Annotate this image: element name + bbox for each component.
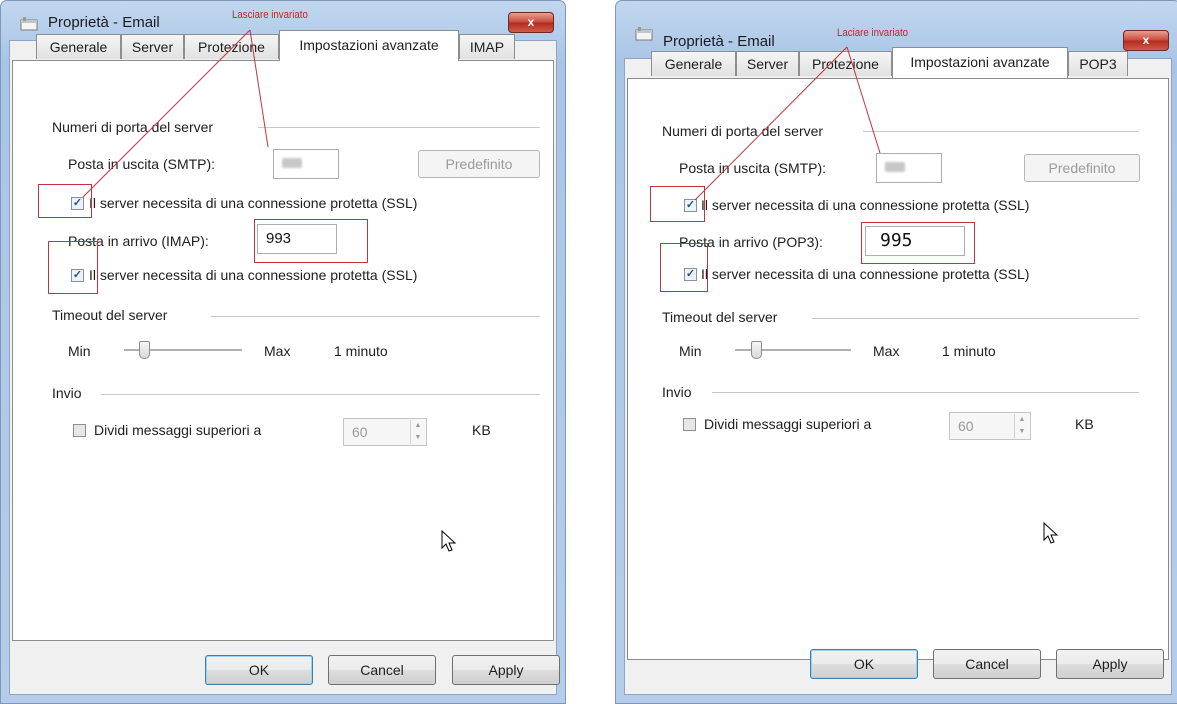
annotation-lines: [694, 46, 881, 201]
email-properties-dialog-pop3: Proprietà - Email x Generale Server Prot…: [615, 0, 1177, 704]
annotation-lines: [82, 29, 269, 198]
tab-impostazioni-avanzate[interactable]: Impostazioni avanzate: [892, 47, 1068, 78]
mouse-cursor-icon: [1043, 522, 1059, 544]
mouse-cursor-icon: [441, 530, 457, 552]
tab-impostazioni-avanzate[interactable]: Impostazioni avanzate: [279, 30, 459, 61]
email-properties-dialog-imap: Proprietà - Email x Generale Server Prot…: [0, 0, 566, 704]
